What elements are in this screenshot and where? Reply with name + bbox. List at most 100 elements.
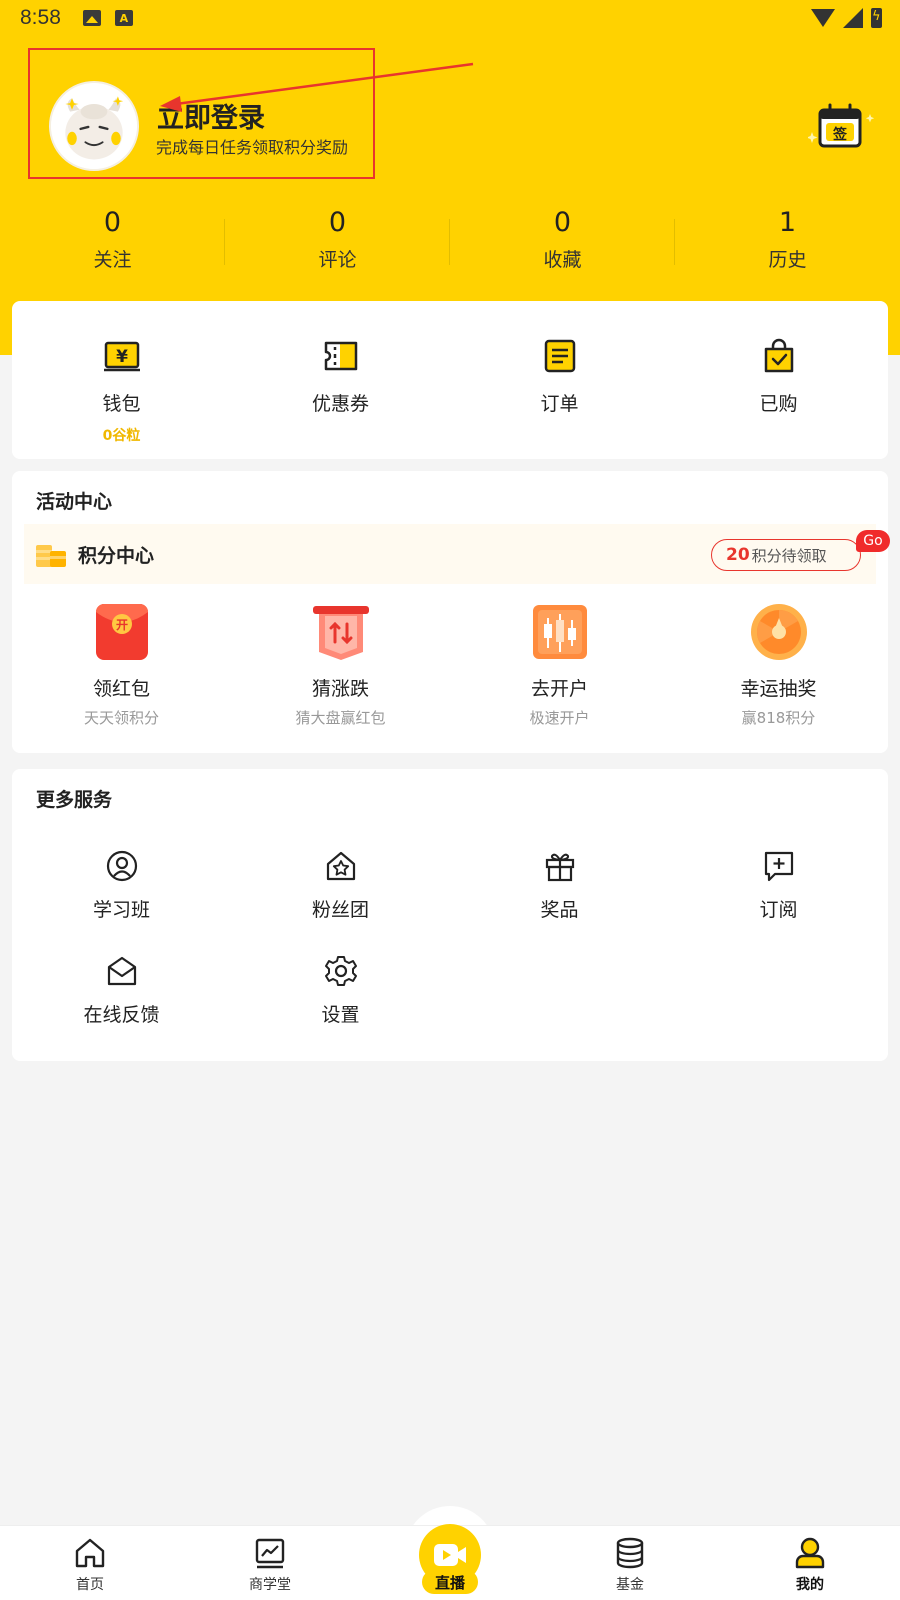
service-fan-club[interactable]: 粉丝团 (231, 849, 450, 922)
service-label: 设置 (321, 1004, 360, 1026)
stat-label: 关注 (93, 249, 132, 271)
service-label: 在线反馈 (83, 1004, 160, 1026)
user-circle-icon (106, 850, 137, 882)
points-pending-count: 20 (726, 545, 750, 565)
service-label: 粉丝团 (311, 899, 369, 921)
checkin-label: 签 (833, 127, 847, 143)
coupon-icon (324, 341, 357, 371)
account-card: ¥ 钱包 0谷粒 优惠券 订单 已购 (12, 301, 888, 459)
nav-live-label[interactable]: 直播 (422, 1570, 478, 1594)
order-icon (544, 339, 575, 373)
activity-sub: 天天领积分 (83, 709, 159, 727)
stat-follow[interactable]: 0 关注 (0, 205, 225, 277)
person-icon (795, 1537, 825, 1569)
lucky-wheel-icon (750, 604, 807, 660)
stat-favorites[interactable]: 0 收藏 (450, 205, 675, 277)
activity-label: 领红包 (92, 678, 150, 700)
nav-label: 商学堂 (249, 1577, 291, 1593)
candlestick-icon (532, 605, 587, 659)
stat-history[interactable]: 1 历史 (675, 205, 900, 277)
purchased-button[interactable]: 已购 (669, 301, 888, 459)
activity-label: 猜涨跌 (311, 678, 369, 700)
stat-value: 0 (103, 207, 122, 238)
nav-label: 我的 (796, 1577, 824, 1593)
mail-open-icon (107, 956, 136, 986)
service-settings[interactable]: 设置 (231, 954, 450, 1027)
activity-label: 幸运抽奖 (740, 678, 817, 700)
activity-red-envelope[interactable]: 开 领红包 天天领积分 (12, 602, 231, 728)
image-notification-icon (82, 10, 101, 26)
video-camera-icon (434, 1544, 466, 1566)
orders-label: 订单 (540, 393, 579, 415)
activity-card: 活动中心 积分中心 20 积分待领取 Go 开 领红包 天天领积分 猜涨跌 猜大… (12, 471, 890, 753)
a-notification-icon: A (114, 10, 133, 26)
stat-label: 评论 (318, 249, 357, 271)
activity-open-account[interactable]: 去开户 极速开户 (450, 602, 669, 728)
home-icon (75, 1538, 105, 1568)
go-badge[interactable]: Go (856, 530, 890, 552)
wifi-icon (811, 9, 835, 27)
battery-icon (871, 8, 882, 28)
wallet-icon: ¥ (103, 341, 140, 372)
guess-trend-icon (312, 606, 369, 660)
checkin-calendar-button[interactable]: 签 (806, 100, 878, 160)
activity-sub: 猜大盘赢红包 (295, 709, 386, 727)
points-center-row[interactable]: 积分中心 20 积分待领取 Go (24, 524, 890, 584)
stat-value: 0 (328, 207, 347, 238)
gear-icon (324, 956, 357, 986)
activity-sub: 赢818积分 (741, 709, 816, 727)
login-highlight-box (28, 48, 375, 179)
activity-items: 开 领红包 天天领积分 猜涨跌 猜大盘赢红包 去开户 极速开户 幸运抽奖 赢81… (12, 602, 888, 728)
service-study-class[interactable]: 学习班 (12, 849, 231, 922)
activity-lucky-draw[interactable]: 幸运抽奖 赢818积分 (669, 602, 888, 728)
activity-guess-trend[interactable]: 猜涨跌 猜大盘赢红包 (231, 602, 450, 728)
coins-stack-icon (36, 545, 66, 567)
wallet-label: 钱包 (102, 393, 141, 415)
signal-icon (843, 8, 863, 28)
service-label: 学习班 (92, 899, 150, 921)
nav-business-school[interactable]: 商学堂 (180, 1526, 360, 1600)
nav-label: 基金 (616, 1577, 644, 1593)
nav-label: 首页 (76, 1577, 104, 1593)
fan-house-icon (326, 851, 355, 881)
red-envelope-icon: 开 (95, 604, 148, 660)
svg-text:¥: ¥ (116, 347, 128, 367)
nav-fund[interactable]: 基金 (540, 1526, 720, 1600)
activity-title: 活动中心 (36, 491, 113, 513)
activity-sub: 极速开户 (529, 709, 590, 727)
service-label: 奖品 (540, 899, 579, 921)
wallet-button[interactable]: ¥ 钱包 0谷粒 (12, 301, 231, 459)
stat-label: 历史 (768, 249, 807, 271)
service-label: 订阅 (759, 899, 798, 921)
stat-value: 1 (778, 207, 797, 238)
gift-icon (545, 853, 574, 882)
subscribe-icon (764, 851, 793, 882)
svg-text:开: 开 (115, 618, 127, 632)
chart-board-icon (255, 1538, 285, 1569)
stat-comments[interactable]: 0 评论 (225, 205, 450, 277)
status-time: 8:58 (20, 6, 61, 29)
purchased-label: 已购 (759, 393, 798, 415)
database-icon (616, 1537, 644, 1569)
stat-value: 0 (553, 207, 572, 238)
nav-home[interactable]: 首页 (0, 1526, 180, 1600)
wallet-balance: 0谷粒 (102, 428, 141, 444)
purchased-bag-icon (764, 338, 793, 373)
stats-row: 0 关注 0 评论 0 收藏 1 历史 (0, 205, 900, 277)
points-pending-text: 积分待领取 (751, 546, 827, 565)
status-bar: 8:58 A (0, 0, 900, 36)
status-indicators (811, 8, 882, 28)
points-pending-pill[interactable]: 20 积分待领取 (711, 539, 861, 571)
services-grid: 学习班 粉丝团 奖品 订阅 在线反馈 设置 (12, 849, 888, 1027)
stat-label: 收藏 (543, 249, 582, 271)
service-subscribe[interactable]: 订阅 (669, 849, 888, 922)
coupon-button[interactable]: 优惠券 (231, 301, 450, 459)
coupon-label: 优惠券 (311, 393, 369, 415)
orders-button[interactable]: 订单 (450, 301, 669, 459)
service-feedback[interactable]: 在线反馈 (12, 954, 231, 1027)
services-title: 更多服务 (36, 789, 113, 811)
services-card: 更多服务 学习班 粉丝团 奖品 订阅 在线反馈 设置 (12, 769, 888, 1061)
service-prizes[interactable]: 奖品 (450, 849, 669, 922)
nav-mine[interactable]: 我的 (720, 1526, 900, 1600)
activity-label: 去开户 (530, 678, 588, 700)
